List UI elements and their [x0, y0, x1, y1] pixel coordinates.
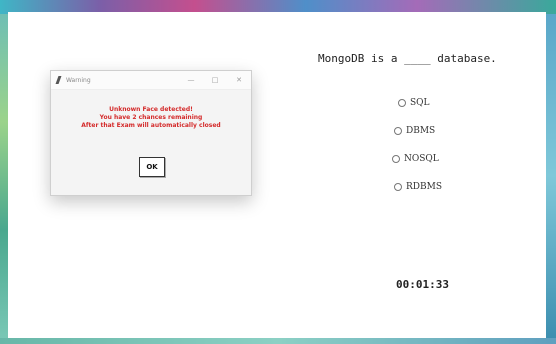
- radio-button[interactable]: [392, 155, 400, 163]
- radio-button[interactable]: [394, 183, 402, 191]
- option-dbms[interactable]: DBMS: [394, 124, 442, 138]
- option-nosql[interactable]: NOSQL: [392, 152, 442, 166]
- warning-message: Unknown Face detected! You have 2 chance…: [51, 106, 251, 130]
- exam-timer: 00:01:33: [396, 278, 449, 291]
- ok-button[interactable]: OK: [139, 157, 165, 177]
- option-sql[interactable]: SQL: [398, 96, 442, 110]
- minimize-button[interactable]: —: [179, 71, 203, 89]
- radio-button[interactable]: [398, 99, 406, 107]
- option-label: NOSQL: [404, 154, 439, 164]
- option-label: SQL: [410, 98, 430, 108]
- dialog-title: Warning: [66, 76, 91, 84]
- desktop-edge-right: [546, 14, 556, 338]
- feather-icon: [55, 76, 62, 84]
- dialog-titlebar[interactable]: Warning — □ ✕: [51, 71, 251, 90]
- option-label: DBMS: [406, 126, 436, 136]
- desktop-edge-left: [0, 14, 8, 338]
- radio-button[interactable]: [394, 127, 402, 135]
- warning-dialog: Warning — □ ✕ Unknown Face detected! You…: [50, 70, 252, 196]
- close-button[interactable]: ✕: [227, 71, 251, 89]
- warning-line: Unknown Face detected!: [109, 106, 193, 113]
- question-text: MongoDB is a ____ database.: [318, 52, 497, 65]
- option-rdbms[interactable]: RDBMS: [394, 180, 442, 194]
- option-label: RDBMS: [406, 182, 442, 192]
- warning-line: You have 2 chances remaining: [99, 114, 203, 121]
- answer-options: SQL DBMS NOSQL RDBMS: [392, 96, 442, 208]
- maximize-button[interactable]: □: [203, 71, 227, 89]
- warning-line: After that Exam will automatically close…: [81, 122, 221, 129]
- desktop-edge-bottom: [0, 338, 556, 344]
